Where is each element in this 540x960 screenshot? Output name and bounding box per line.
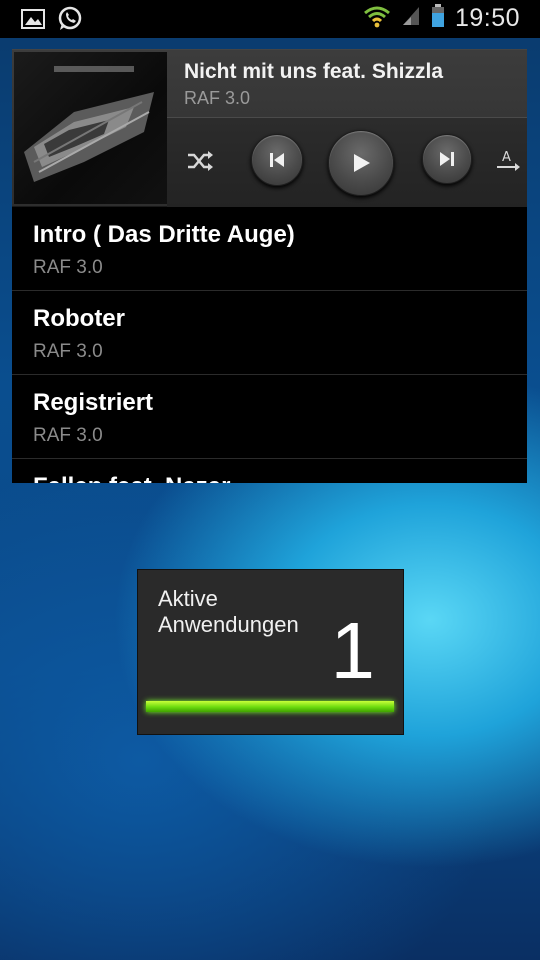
status-bar: 19:50 bbox=[0, 0, 540, 38]
song-artist: RAF 3.0 bbox=[33, 257, 103, 278]
song-title: Registriert bbox=[33, 389, 154, 416]
song-title: Intro ( Das Dritte Auge) bbox=[33, 221, 295, 248]
list-item[interactable]: Intro ( Das Dritte Auge) RAF 3.0 bbox=[12, 207, 527, 291]
shuffle-icon[interactable] bbox=[185, 146, 215, 176]
song-title: Roboter bbox=[33, 305, 125, 332]
song-artist: RAF 3.0 bbox=[33, 341, 103, 362]
battery-icon bbox=[431, 4, 445, 33]
next-icon bbox=[440, 152, 454, 166]
play-button[interactable] bbox=[328, 130, 394, 196]
signal-icon bbox=[401, 5, 421, 32]
play-icon bbox=[354, 154, 370, 172]
song-title: Fallen feat. Nazar bbox=[33, 473, 230, 483]
active-apps-label: Aktive Anwendungen bbox=[158, 586, 299, 637]
whatsapp-icon[interactable] bbox=[56, 5, 84, 38]
list-item[interactable]: Roboter RAF 3.0 bbox=[12, 291, 527, 375]
next-button[interactable] bbox=[422, 134, 472, 184]
svg-text:A: A bbox=[502, 150, 511, 165]
active-apps-bar-fill bbox=[146, 701, 394, 712]
list-item[interactable]: Fallen feat. Nazar bbox=[12, 459, 527, 483]
now-playing-panel: Nicht mit uns feat. Shizzla RAF 3.0 A bbox=[12, 50, 527, 207]
previous-icon bbox=[270, 153, 284, 167]
status-clock: 19:50 bbox=[454, 4, 520, 32]
wifi-icon bbox=[363, 4, 391, 33]
active-apps-count: 1 bbox=[330, 606, 376, 695]
song-artist: RAF 3.0 bbox=[33, 425, 103, 446]
active-apps-bar bbox=[146, 701, 394, 712]
playlist: Intro ( Das Dritte Auge) RAF 3.0 Roboter… bbox=[12, 207, 527, 483]
repeat-icon[interactable]: A bbox=[493, 146, 523, 176]
track-title: Nicht mit uns feat. Shizzla bbox=[184, 60, 444, 83]
track-artist: RAF 3.0 bbox=[184, 88, 251, 108]
album-cover[interactable] bbox=[14, 52, 167, 204]
active-apps-widget[interactable]: Aktive Anwendungen 1 bbox=[137, 569, 404, 735]
gallery-notification-icon[interactable] bbox=[20, 8, 46, 35]
playback-controls: A bbox=[167, 117, 527, 207]
music-player-widget: Nicht mit uns feat. Shizzla RAF 3.0 A In… bbox=[12, 49, 527, 483]
previous-button[interactable] bbox=[251, 134, 303, 186]
list-item[interactable]: Registriert RAF 3.0 bbox=[12, 375, 527, 459]
